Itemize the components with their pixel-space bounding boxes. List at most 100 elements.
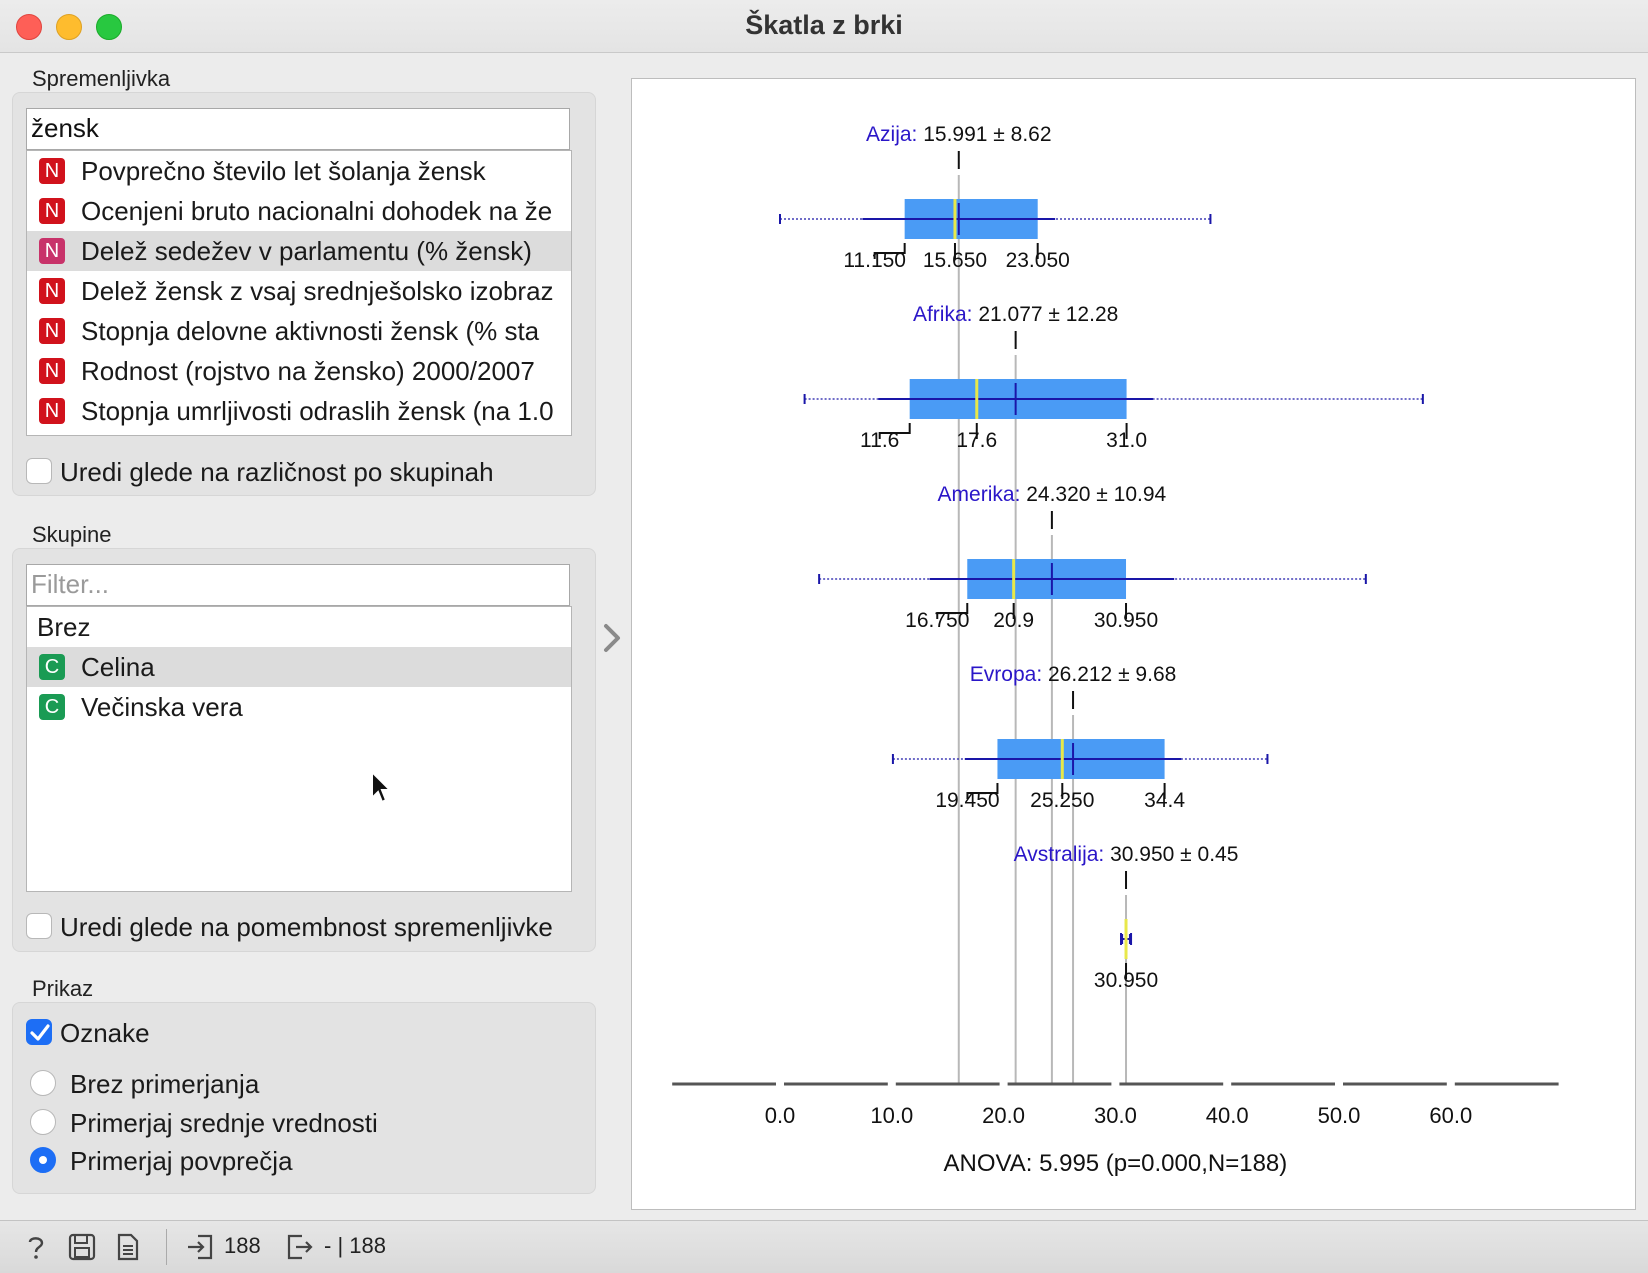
mouse-cursor-icon: [371, 770, 393, 804]
variable-list-item-label: Delež žensk z vsaj srednješolsko izobraz: [81, 276, 554, 306]
title-bar: Škatla z brki: [0, 0, 1648, 53]
order-by-diversity-box[interactable]: [26, 458, 52, 484]
median-label: 15.650: [923, 249, 987, 272]
groups-list-item[interactable]: C Večinska vera: [27, 687, 571, 727]
radio-compare-medians-dot[interactable]: [30, 1109, 56, 1135]
radio-no-comparison-label: Brez primerjanja: [70, 1069, 260, 1099]
order-by-importance-label: Uredi glede na pomembnost spremenljivke: [60, 912, 553, 942]
variable-list-item-label: Stopnja delovne aktivnosti žensk (% sta: [81, 316, 540, 346]
numeric-variable-icon: N: [39, 238, 65, 264]
output-count: - | 188: [324, 1233, 386, 1258]
group-name: Afrika:: [913, 303, 978, 326]
anova-summary: ANOVA: 5.995 (p=0.000,N=188): [944, 1150, 1288, 1177]
group-name: Avstralija:: [1014, 843, 1110, 866]
status-bar: 188 - | 188: [0, 1220, 1648, 1273]
categorical-variable-icon: C: [39, 654, 65, 680]
variable-list[interactable]: N Povprečno število let šolanja žensk N Oce…: [26, 150, 572, 436]
display-section-label: Prikaz: [32, 976, 94, 1001]
variable-list-item[interactable]: N Rodnost (rojstvo na žensko) 2000/2007: [27, 351, 571, 391]
groups-list[interactable]: Brez C Celina C Večinska vera: [26, 606, 572, 892]
x-tick-label: 0.0: [765, 1103, 796, 1128]
x-tick-label: 40.0: [1206, 1103, 1249, 1128]
groups-section-label: Skupine: [32, 522, 112, 547]
q3-label: 23.050: [1006, 249, 1070, 272]
variable-list-item[interactable]: N Delež sedežev v parlamentu (% žensk): [27, 231, 571, 271]
median-label: 20.9: [993, 609, 1034, 632]
groups-list-item-label: Brez: [37, 612, 91, 642]
groups-filter-input[interactable]: Filter...: [26, 564, 570, 606]
collapse-chevron-icon[interactable]: [600, 622, 624, 654]
q3-label: 34.4: [1144, 789, 1185, 812]
group-mean-sd: 24.320 ± 10.94: [1026, 483, 1166, 506]
x-tick-label: 20.0: [982, 1103, 1025, 1128]
variable-list-item-label: Delež sedežev v parlamentu (% žensk): [81, 236, 532, 266]
numeric-variable-icon: N: [39, 318, 65, 344]
groups-list-item-label: Celina: [81, 652, 155, 682]
group-stat-label: Azija: 15.991 ± 8.62: [866, 123, 1051, 146]
q1-label: 19.450: [935, 789, 999, 812]
group-stat-label: Evropa: 26.212 ± 9.68: [970, 663, 1177, 686]
groups-list-item[interactable]: Brez: [27, 607, 571, 647]
labels-checkbox-box[interactable]: [26, 1019, 52, 1045]
group-name: Azija:: [866, 123, 923, 146]
input-data-icon: [188, 1234, 213, 1260]
variable-list-item-label: Rodnost (rojstvo na žensko) 2000/2007: [81, 356, 535, 386]
group-stat-label: Avstralija: 30.950 ± 0.45: [1014, 843, 1239, 866]
radio-no-comparison-dot[interactable]: [30, 1070, 56, 1096]
input-count: 188: [224, 1233, 261, 1258]
variable-list-item[interactable]: N Stopnja delovne aktivnosti žensk (% sta: [27, 311, 571, 351]
numeric-variable-icon: N: [39, 278, 65, 304]
q3-label: 30.950: [1094, 609, 1158, 632]
radio-compare-means-label: Primerjaj povprečja: [70, 1146, 293, 1176]
x-tick-label: 30.0: [1094, 1103, 1137, 1128]
variable-list-item-label: Ocenjeni bruto nacionalni dohodek na že: [81, 196, 553, 226]
group-name: Amerika:: [938, 483, 1027, 506]
checkmark-icon: [30, 1024, 50, 1041]
x-tick-label: 10.0: [870, 1103, 913, 1128]
group-mean-sd: 15.991 ± 8.62: [923, 123, 1051, 146]
variable-search-input[interactable]: žensk: [26, 108, 570, 150]
variable-list-item[interactable]: N Ocenjeni bruto nacionalni dohodek na že: [27, 191, 571, 231]
report-icon[interactable]: [116, 1233, 140, 1261]
q1-label: 16.750: [905, 609, 969, 632]
numeric-variable-icon: N: [39, 158, 65, 184]
numeric-variable-icon: N: [39, 358, 65, 384]
variable-list-item[interactable]: N Stopnja umrljivosti odraslih žensk (na …: [27, 391, 571, 431]
q1-label: 11.6: [860, 429, 899, 452]
radio-compare-means-dot[interactable]: [30, 1147, 56, 1173]
radio-compare-medians-label: Primerjaj srednje vrednosti: [70, 1108, 378, 1138]
variable-section-label: Spremenljivka: [32, 66, 171, 91]
group-mean-sd: 30.950 ± 0.45: [1110, 843, 1238, 866]
categorical-variable-icon: C: [39, 694, 65, 720]
variable-list-item-label: Stopnja umrljivosti odraslih žensk (na 1…: [81, 396, 554, 426]
groups-list-item-label: Večinska vera: [81, 692, 243, 722]
q3-label: 31.0: [1106, 429, 1147, 452]
group-name: Evropa:: [970, 663, 1048, 686]
group-mean-sd: 26.212 ± 9.68: [1048, 663, 1176, 686]
save-icon[interactable]: [68, 1233, 96, 1261]
q1-label: 11.150: [843, 249, 906, 272]
order-by-diversity-label: Uredi glede na različnost po skupinah: [60, 457, 494, 487]
group-stat-label: Afrika: 21.077 ± 12.28: [913, 303, 1118, 326]
variable-list-item[interactable]: N Delež žensk z vsaj srednješolsko izobra…: [27, 271, 571, 311]
order-by-importance-box[interactable]: [26, 913, 52, 939]
x-tick-label: 50.0: [1318, 1103, 1361, 1128]
output-data-icon: [287, 1234, 313, 1260]
groups-list-item[interactable]: C Celina: [27, 647, 571, 687]
labels-checkbox-label: Oznake: [60, 1018, 150, 1048]
box-plot-chart: Azija: 15.991 ± 8.62 11.150 15.650 23.050 Af…: [672, 123, 1559, 1177]
window-title: Škatla z brki: [745, 10, 903, 40]
variable-list-item-label: Povprečno število let šolanja žensk: [81, 156, 486, 186]
numeric-variable-icon: N: [39, 398, 65, 424]
group-stat-label: Amerika: 24.320 ± 10.94: [938, 483, 1167, 506]
group-mean-sd: 21.077 ± 12.28: [978, 303, 1118, 326]
median-label: 17.6: [956, 429, 997, 452]
numeric-variable-icon: N: [39, 198, 65, 224]
x-tick-label: 60.0: [1429, 1103, 1472, 1128]
median-label: 30.950: [1094, 969, 1158, 992]
status-divider: [166, 1229, 167, 1265]
plot-area: Azija: 15.991 ± 8.62 11.150 15.650 23.050 Af…: [631, 78, 1636, 1210]
variable-list-item[interactable]: N Povprečno število let šolanja žensk: [27, 151, 571, 191]
median-label: 25.250: [1030, 789, 1094, 812]
help-icon[interactable]: [24, 1233, 48, 1261]
